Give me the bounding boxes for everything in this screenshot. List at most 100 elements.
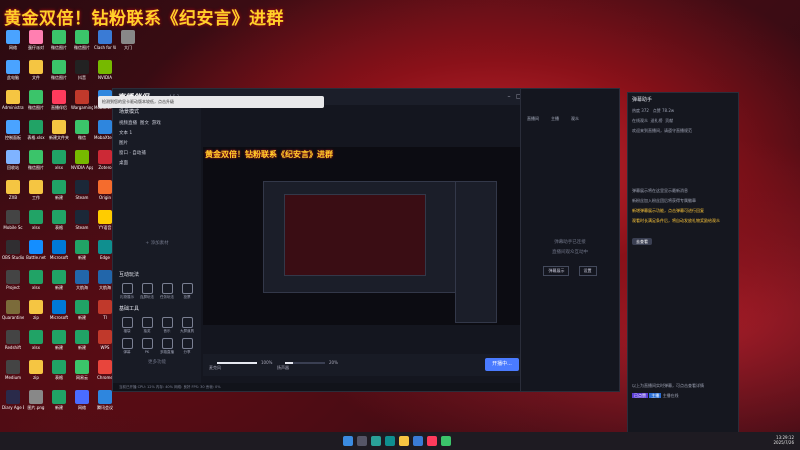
desktop-icon[interactable]: zip — [25, 300, 47, 320]
tool-pk-button[interactable]: PK — [138, 338, 156, 354]
desktop-icon[interactable]: 直播伴侣 — [48, 90, 70, 110]
desktop-icon[interactable]: 新建 — [71, 330, 93, 350]
source-row-text[interactable]: 文本 1 — [113, 128, 201, 138]
desktop-icon[interactable]: 微信图片 — [25, 90, 47, 110]
desktop-icon[interactable]: Wargaming — [71, 90, 93, 110]
desktop-icon[interactable]: 大航海 — [71, 270, 93, 290]
desktop-icon[interactable]: 控制面板 — [2, 120, 24, 140]
minimize-icon[interactable]: – — [505, 93, 513, 101]
interact-gift-button[interactable]: 礼物展示 — [118, 283, 136, 300]
desktop-icon[interactable]: xlsx — [25, 270, 47, 290]
desktop-icon[interactable]: 腾讯会议 — [94, 390, 116, 410]
desktop-icon[interactable]: 网易云 — [71, 360, 93, 380]
live-preview[interactable]: 黄金双倍！钻粉联系《纪安言》进群 — [203, 147, 523, 325]
desktop-icon[interactable]: 微信图片 — [25, 150, 47, 170]
desktop-icon[interactable]: Steam — [71, 180, 93, 200]
tool-lucky-bag-button[interactable]: 福袋 — [118, 317, 136, 334]
desktop-icon[interactable]: 新建 — [71, 300, 93, 320]
interact-connect-button[interactable]: 连屏玩法 — [138, 283, 156, 300]
go-live-button[interactable]: 开播中... — [485, 358, 519, 371]
wechat-icon[interactable] — [441, 436, 451, 446]
desktop-icon[interactable]: Administrator — [2, 90, 24, 110]
desktop-icon[interactable]: Medium — [2, 360, 24, 380]
panel-view-button[interactable]: 去查看 — [632, 238, 652, 245]
live-app-icon[interactable] — [427, 436, 437, 446]
speaker-slider[interactable] — [285, 362, 325, 364]
desktop-icon[interactable]: 微信 — [71, 120, 93, 140]
edge-icon[interactable] — [385, 436, 395, 446]
danmaku-panel[interactable]: 弹幕助手 热度 372 点赞 78.2w 在线观众 送礼榜 贡献 欢迎来到直播间… — [627, 92, 739, 449]
panel-tab-gifts[interactable]: 送礼榜 — [651, 118, 663, 123]
desktop-icon[interactable]: 蛋仔派对 — [25, 30, 47, 50]
tool-share-button[interactable]: 分享 — [178, 338, 196, 355]
desktop-icon[interactable]: 微信图片 — [71, 30, 93, 50]
desktop-icon[interactable]: Project — [2, 270, 24, 290]
system-clock[interactable]: 13:29:12 2025/7/26 — [773, 435, 794, 445]
panel-tab-online[interactable]: 在线观众 — [632, 118, 648, 123]
dock-tab-room[interactable]: 直播间 — [527, 116, 539, 122]
interact-task-button[interactable]: 任务玩法 — [158, 283, 176, 300]
desktop-icon[interactable]: Diary Age Billionaire — [2, 390, 24, 410]
source-row-image[interactable]: 图片 — [113, 138, 201, 148]
scene-tabs[interactable]: 视频直播 图文 游戏 — [113, 118, 201, 128]
tool-music-button[interactable]: 音乐 — [158, 317, 176, 334]
desktop-icon[interactable]: 网络 — [71, 390, 93, 410]
tool-lottery-button[interactable]: 抽奖 — [138, 317, 156, 334]
store-icon[interactable] — [413, 436, 423, 446]
taskview-icon[interactable] — [371, 436, 381, 446]
source-row-desktop[interactable]: 桌面 — [113, 158, 201, 168]
interact-vote-button[interactable]: 投票 — [178, 283, 196, 300]
desktop-icon[interactable]: xlsx — [48, 150, 70, 170]
desktop-icon[interactable]: 大门 — [117, 30, 139, 50]
desktop-icon[interactable]: Microsoft — [48, 300, 70, 320]
source-row-window[interactable]: 窗口 · 自动捕 — [113, 148, 201, 158]
desktop-icon[interactable]: Clash for Windows — [94, 30, 116, 50]
desktop-icon[interactable]: 回收站 — [2, 150, 24, 170]
desktop-icon[interactable]: ZXB — [2, 180, 24, 200]
tool-danmaku-button[interactable]: 弹幕 — [118, 338, 136, 355]
desktop-icon[interactable]: 新建文件夹 — [48, 120, 70, 140]
dock-tab-audience[interactable]: 观众 — [571, 116, 579, 122]
mic-slider[interactable] — [217, 362, 257, 364]
desktop-icon[interactable]: Quarantine Zone — [2, 300, 24, 320]
desktop-icon[interactable]: Redshift — [2, 330, 24, 350]
desktop-icon[interactable]: 表格.xlsx — [25, 120, 47, 140]
scene-tab-game[interactable]: 游戏 — [152, 121, 161, 126]
desktop-icon[interactable]: 新建 — [48, 180, 70, 200]
desktop-icon[interactable]: 此电脑 — [2, 60, 24, 80]
desktop-icon[interactable]: 抖音 — [71, 60, 93, 80]
explorer-icon[interactable] — [399, 436, 409, 446]
dock-tab-host[interactable]: 主播 — [551, 116, 559, 122]
dock-danmaku-button[interactable]: 弹幕展示 — [543, 266, 570, 276]
desktop-icon[interactable]: Microsoft — [48, 240, 70, 260]
desktop-icon[interactable]: 新建 — [48, 390, 70, 410]
stream-app-window[interactable]: 直播伴侣 4.5.3 – □ × 场景模式 视频直播 图文 游戏 文本 1 图片… — [112, 88, 534, 392]
desktop-icon[interactable]: 文件 — [25, 60, 47, 80]
desktop-icon[interactable]: 网络 — [2, 30, 24, 50]
desktop-icon[interactable]: Mobile Sc — [2, 210, 24, 230]
desktop-icon[interactable]: 图片.png — [25, 390, 47, 410]
add-source-button[interactable]: + 添加素材 — [113, 238, 201, 248]
more-features-button[interactable]: 更多功能 — [113, 357, 201, 367]
desktop-icon[interactable]: 新建 — [48, 330, 70, 350]
desktop-icon[interactable]: 微信图片 — [48, 60, 70, 80]
desktop-icon[interactable]: Battle.net — [25, 240, 47, 260]
desktop-icon[interactable]: Steam — [71, 210, 93, 230]
desktop-icon[interactable]: NVIDIA — [94, 60, 116, 80]
desktop-icon[interactable]: zip — [25, 360, 47, 380]
start-icon[interactable] — [343, 436, 353, 446]
search-icon[interactable] — [357, 436, 367, 446]
scene-tab-image[interactable]: 图文 — [140, 121, 149, 126]
desktop-icon[interactable]: 表格 — [48, 360, 70, 380]
desktop-icon[interactable]: NVIDIA App — [71, 150, 93, 170]
desktop-icon[interactable]: xlsx — [25, 210, 47, 230]
desktop-icon[interactable]: 微信图片 — [48, 30, 70, 50]
desktop-icon[interactable]: 工作 — [25, 180, 47, 200]
tool-props-button[interactable]: 大屏道具 — [178, 317, 196, 334]
desktop-icon[interactable]: OBS Studio — [2, 240, 24, 260]
desktop-icon[interactable]: 新建 — [48, 270, 70, 290]
driver-notification[interactable]: 检测到您的显卡驱动版本较低，点击升级 — [98, 96, 324, 108]
tool-multistream-button[interactable]: 多路直播 — [158, 338, 176, 355]
dock-settings-button[interactable]: 设置 — [578, 266, 597, 276]
panel-tab-contrib[interactable]: 贡献 — [665, 118, 673, 123]
